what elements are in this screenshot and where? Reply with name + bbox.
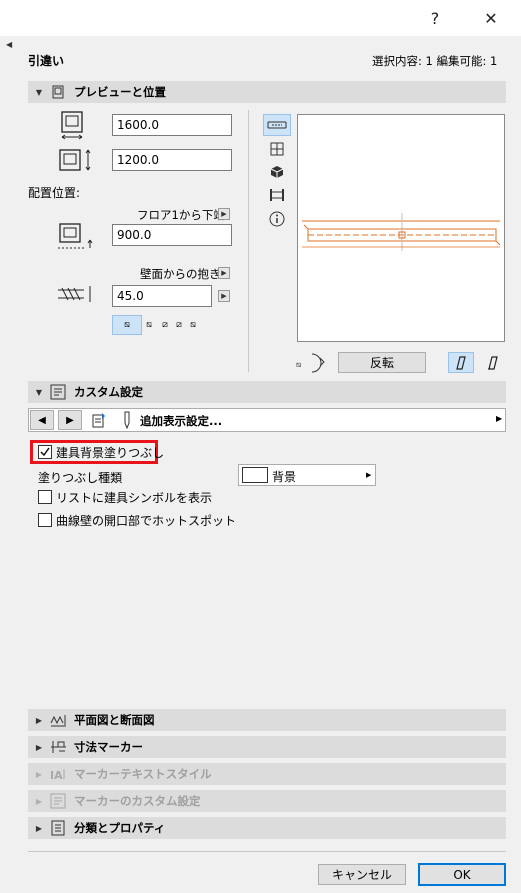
classification-icon	[50, 820, 66, 836]
floor-ref-arrow-icon[interactable]: ▶	[218, 208, 230, 220]
page-selector-label[interactable]: 追加表示設定...	[140, 413, 222, 429]
height-input[interactable]: 1200.0	[112, 149, 232, 171]
reveal-icon	[56, 284, 96, 306]
section-marker-text-header: ▶ IA マーカーテキストスタイル	[28, 763, 506, 785]
section-classification-header[interactable]: ▶ 分類とプロパティ	[28, 817, 506, 839]
svg-text:⧅: ⧅	[296, 360, 301, 369]
section-plan-label: 平面図と断面図	[74, 713, 155, 727]
svg-text:IA: IA	[50, 769, 63, 782]
preview-icon	[50, 84, 66, 100]
placement-label: 配置位置:	[28, 186, 81, 200]
anchor-option-2-icon[interactable]: ⧅	[142, 315, 156, 335]
sill-height-icon	[56, 222, 96, 252]
anchor-option-4-icon[interactable]: ⧄	[172, 315, 186, 335]
anchor-option-3-icon[interactable]: ⧄	[158, 315, 172, 335]
fill-dropdown-arrow-icon: ▶	[366, 471, 372, 479]
help-button[interactable]: ?	[420, 6, 450, 30]
selection-info: 選択内容: 1 編集可能: 1	[372, 54, 498, 68]
width-icon	[58, 111, 86, 141]
ok-button[interactable]: OK	[418, 863, 506, 886]
section-marker-custom-label: マーカーのカスタム設定	[74, 794, 201, 808]
floor-ref-input[interactable]: 900.0	[112, 224, 232, 246]
floor-ref-label: フロア1から下端	[137, 208, 225, 222]
section-view-icon[interactable]	[266, 184, 288, 206]
fill-background-checkbox[interactable]	[38, 445, 52, 459]
show-symbol-checkbox[interactable]	[38, 490, 52, 504]
marker-text-style-icon: IA	[50, 766, 66, 782]
section-classification-label: 分類とプロパティ	[74, 821, 166, 835]
reveal-input[interactable]: 45.0	[112, 285, 212, 307]
window-plan-preview	[302, 213, 501, 251]
collapsed-triangle-icon: ▶	[35, 715, 43, 725]
section-marker-custom-header: ▶ マーカーのカスタム設定	[28, 790, 506, 812]
custom-settings-icon	[50, 384, 66, 400]
collapse-arrow-icon[interactable]: ◀	[6, 40, 12, 49]
prev-page-button[interactable]: ◀	[30, 410, 54, 430]
section-dimension-header[interactable]: ▶ 寸法マーカー	[28, 736, 506, 758]
marker-custom-icon	[50, 793, 66, 809]
page-list-icon[interactable]	[88, 409, 110, 431]
section-custom-label: カスタム設定	[74, 385, 143, 399]
width-input[interactable]: 1600.0	[112, 114, 232, 136]
show-symbol-label: リストに建具シンボルを表示	[56, 491, 213, 505]
plan-section-icon	[50, 712, 66, 728]
section-plan-header[interactable]: ▶ 平面図と断面図	[28, 709, 506, 731]
dimension-marker-icon	[50, 739, 66, 755]
opening-side-1-icon[interactable]	[448, 352, 474, 373]
reveal-dropdown-icon[interactable]: ▶	[218, 290, 230, 302]
anchor-option-5-icon[interactable]: ⧅	[186, 315, 200, 335]
hotspot-checkbox[interactable]	[38, 513, 52, 527]
fill-type-value: 背景	[272, 470, 297, 484]
reveal-label: 壁面からの抱き	[140, 267, 221, 281]
expanded-triangle-icon: ▼	[35, 387, 43, 397]
preview-canvas	[297, 114, 505, 342]
close-button[interactable]: ✕	[476, 6, 506, 30]
section-preview-header[interactable]: ▼ プレビューと位置	[28, 81, 506, 103]
dialog-title: 引違い	[28, 54, 65, 68]
section-custom-header[interactable]: ▼ カスタム設定	[28, 381, 506, 403]
height-icon	[58, 147, 94, 175]
info-icon[interactable]	[266, 208, 288, 230]
collapsed-triangle-icon: ▶	[35, 769, 43, 779]
flip-button[interactable]: 反転	[338, 352, 426, 373]
3d-view-icon[interactable]	[266, 161, 288, 183]
cancel-button[interactable]: キャンセル	[318, 864, 406, 885]
section-preview-label: プレビューと位置	[74, 85, 166, 99]
elevation-view-icon[interactable]	[266, 138, 288, 160]
rotate-icon[interactable]: ⧅	[295, 350, 332, 376]
next-page-button[interactable]: ▶	[58, 410, 82, 430]
fill-background-label: 建具背景塗りつぶし	[56, 446, 165, 460]
collapsed-triangle-icon: ▶	[35, 796, 43, 806]
fill-type-label: 塗りつぶし種類	[38, 471, 123, 485]
collapsed-triangle-icon: ▶	[35, 823, 43, 833]
opening-side-2-icon[interactable]	[480, 352, 506, 373]
pin-icon	[116, 409, 138, 431]
plan-view-icon[interactable]	[263, 114, 291, 136]
expanded-triangle-icon: ▼	[35, 87, 43, 97]
page-dropdown-arrow-icon[interactable]: ▶	[496, 414, 502, 423]
vertical-divider	[248, 110, 249, 372]
reveal-arrow-icon[interactable]: ▶	[218, 267, 230, 279]
collapsed-triangle-icon: ▶	[35, 742, 43, 752]
section-marker-text-label: マーカーテキストスタイル	[74, 767, 212, 781]
fill-swatch	[242, 467, 268, 483]
section-dimension-label: 寸法マーカー	[74, 740, 143, 754]
anchor-option-1-icon[interactable]: ⧅	[112, 315, 142, 335]
footer-divider	[28, 851, 506, 852]
hotspot-label: 曲線壁の開口部でホットスポット	[56, 514, 237, 528]
